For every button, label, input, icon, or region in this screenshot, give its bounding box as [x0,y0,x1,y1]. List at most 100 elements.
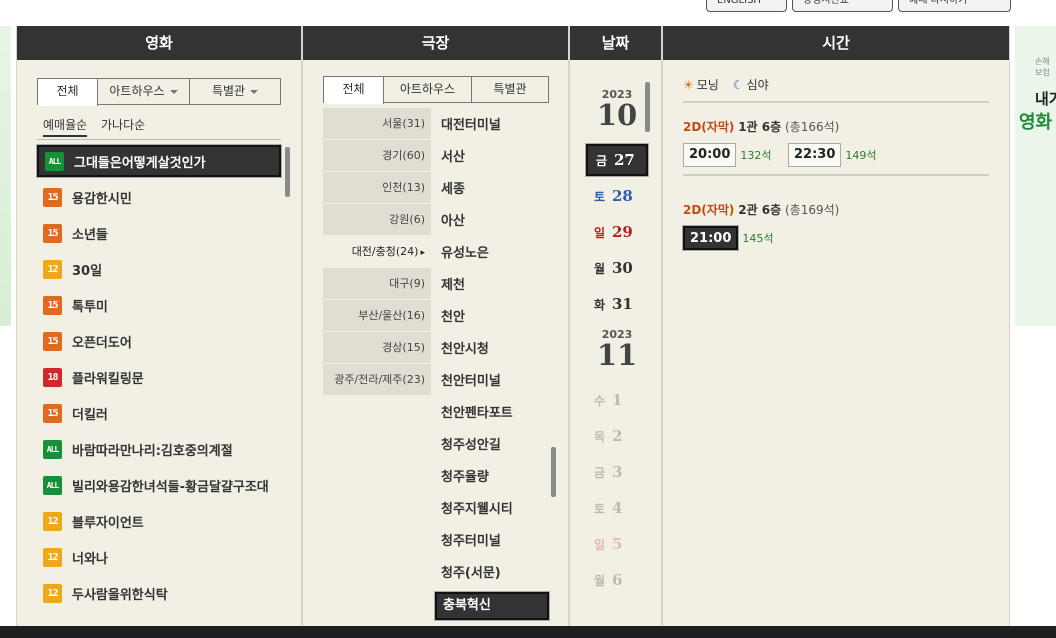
theater-item[interactable]: 천안터미널 [435,366,549,398]
moon-icon: ☾ [732,78,744,92]
month-label: 11 [596,338,638,372]
theater-item[interactable]: 청주율량 [435,462,549,494]
sort-by-alphabet[interactable]: 가나다순 [101,118,145,132]
weekday-label: 월 [594,573,606,588]
theater-item[interactable]: 천안펜타포트 [435,398,549,430]
movie-list-item[interactable]: ALL 빌리와용감한녀석들-황금달걀구조대 [37,467,281,503]
date-item[interactable]: 금 27 [585,143,649,177]
date-item[interactable]: 일 29 [586,216,648,248]
date-item: 토4 [586,492,648,524]
theater-list-scrollbar[interactable] [551,447,556,497]
bottom-bar [0,626,1056,638]
theater-item[interactable]: 청주지웰시티 [435,494,549,526]
theater-tab-arthouse[interactable]: 아트하우스 [384,77,472,102]
theater-item[interactable]: 청주(서문) [435,558,549,590]
age-rating-badge: 12 [43,511,62,531]
movie-title: 오픈더도어 [72,335,132,351]
left-ad-banner[interactable] [0,26,11,326]
theater-item[interactable]: 천안 [435,302,549,334]
weekday-label: 토 [594,501,606,516]
hall-capacity: (총166석) [785,120,840,134]
showtime-slot[interactable]: 20:00 132석 [683,143,772,167]
theater-item[interactable]: 천안시청 [435,334,549,366]
theater-tab-all[interactable]: 전체 [324,77,384,104]
date-list-scrollbar[interactable] [645,82,650,132]
movie-title: 두사람을위한식탁 [72,587,168,603]
movie-list-item[interactable]: ALL 그대들은어떻게살것인가 [36,144,282,178]
region-item[interactable]: 광주/전라/제주(23) [323,364,431,396]
movie-list-item[interactable]: 15 오픈더도어 [37,323,281,359]
movie-list-item[interactable]: 15 톡투미 [37,287,281,323]
weekday-label: 토 [594,189,606,204]
restart-booking-button[interactable]: 예매 다시하기 [898,0,1011,12]
day-number: 30 [612,259,633,277]
date-item: 월6 [586,564,648,596]
movie-title: 그대들은어떻게살것인가 [74,155,206,171]
showtime-slot[interactable]: 22:30 149석 [788,143,877,167]
theater-item[interactable]: 청주성안길 [435,430,549,462]
movie-tab-arthouse[interactable]: 아트하우스 [98,79,190,104]
legend-morning-label: 모닝 [696,78,719,92]
legend-night: ☾ 심야 [733,76,769,93]
age-rating-badge: 12 [43,547,62,567]
movie-tab-all[interactable]: 전체 [38,79,98,106]
movie-list-item[interactable]: 15 더킬러 [37,395,281,431]
movie-list-item[interactable]: 12 블루자이언트 [37,503,281,539]
date-item: 수1 [586,384,648,416]
theater-item[interactable]: 청주터미널 [435,526,549,558]
region-item[interactable]: 대구(9) [323,268,431,300]
age-rating-badge: 18 [43,367,62,387]
date-item[interactable]: 토 28 [586,180,648,212]
sort-by-booking-rate[interactable]: 예매율순 [43,118,88,137]
movie-list-item[interactable]: ALL 바람따라만나리:김호중의계절 [37,431,281,467]
region-item[interactable]: 서울(31) [323,108,431,140]
time-panel-title: 시간 [663,26,1009,60]
remaining-seats: 132석 [740,149,772,162]
showtime-time: 20:00 [683,143,737,167]
age-rating-badge: ALL [43,439,62,459]
sun-icon: ☀ [683,78,694,92]
date-item[interactable]: 화 31 [586,288,648,320]
hall-name: 1관 6층 [738,120,782,134]
date-panel-title: 날짜 [570,26,661,60]
movie-list-item[interactable]: 12 너와나 [37,539,281,575]
movie-list-item[interactable]: 15 용감한시민 [37,179,281,215]
movie-title: 더킬러 [72,407,108,423]
age-rating-badge: ALL [45,151,64,171]
movie-tab-special[interactable]: 특별관 [190,79,280,104]
theater-item[interactable]: 서산 [435,142,549,174]
right-ad-banner[interactable]: 손해보험 내가 영화 예 [1015,26,1056,326]
region-item[interactable]: 부산/울산(16) [323,300,431,332]
theater-item[interactable]: 대전터미널 [435,110,549,142]
date-item[interactable]: 월 30 [586,252,648,284]
weekday-label: 목 [594,429,606,444]
region-item[interactable]: 경상(15) [323,332,431,364]
movie-panel: 영화 전체 아트하우스 특별관 예매율순 가나다순 ALL 그대들은어떻게살것인가… [16,26,302,626]
theater-item[interactable]: 충북혁신 [434,591,550,621]
theater-item[interactable]: 유성노은 [435,238,549,270]
region-list: 서울(31)경기(60)인천(13)강원(6)대전/충청(24)대구(9)부산/… [323,108,431,396]
movie-list-item[interactable]: 18 플라워킬링문 [37,359,281,395]
movie-tabs: 전체 아트하우스 특별관 [37,78,281,106]
region-item[interactable]: 인천(13) [323,172,431,204]
movie-list-item[interactable]: 12 30일 [37,251,281,287]
date-item: 일5 [586,528,648,560]
day-number: 29 [612,223,633,241]
legend-morning: ☀ 모닝 [683,76,719,93]
theater-item[interactable]: 아산 [435,206,549,238]
english-button[interactable]: ENGLISH [706,0,787,12]
day-number: 3 [612,463,623,481]
movie-list-scrollbar[interactable] [285,147,290,197]
region-item[interactable]: 경기(60) [323,140,431,172]
movie-list: ALL 그대들은어떻게살것인가 15 용감한시민 15 소년들 12 30일 15 톡투미 15 오픈… [36,143,282,611]
movie-list-item[interactable]: 12 두사람을위한식탁 [37,575,281,611]
region-item[interactable]: 강원(6) [323,204,431,236]
movie-list-item[interactable]: 15 소년들 [37,215,281,251]
remaining-seats: 145석 [742,232,774,245]
theater-tab-special[interactable]: 특별관 [472,77,548,102]
region-item[interactable]: 대전/충청(24) [323,236,431,268]
showtime-slot[interactable]: 21:00 145석 [681,225,774,251]
schedule-button[interactable]: 상영시간표 [792,0,893,12]
theater-item[interactable]: 세종 [435,174,549,206]
theater-item[interactable]: 제천 [435,270,549,302]
